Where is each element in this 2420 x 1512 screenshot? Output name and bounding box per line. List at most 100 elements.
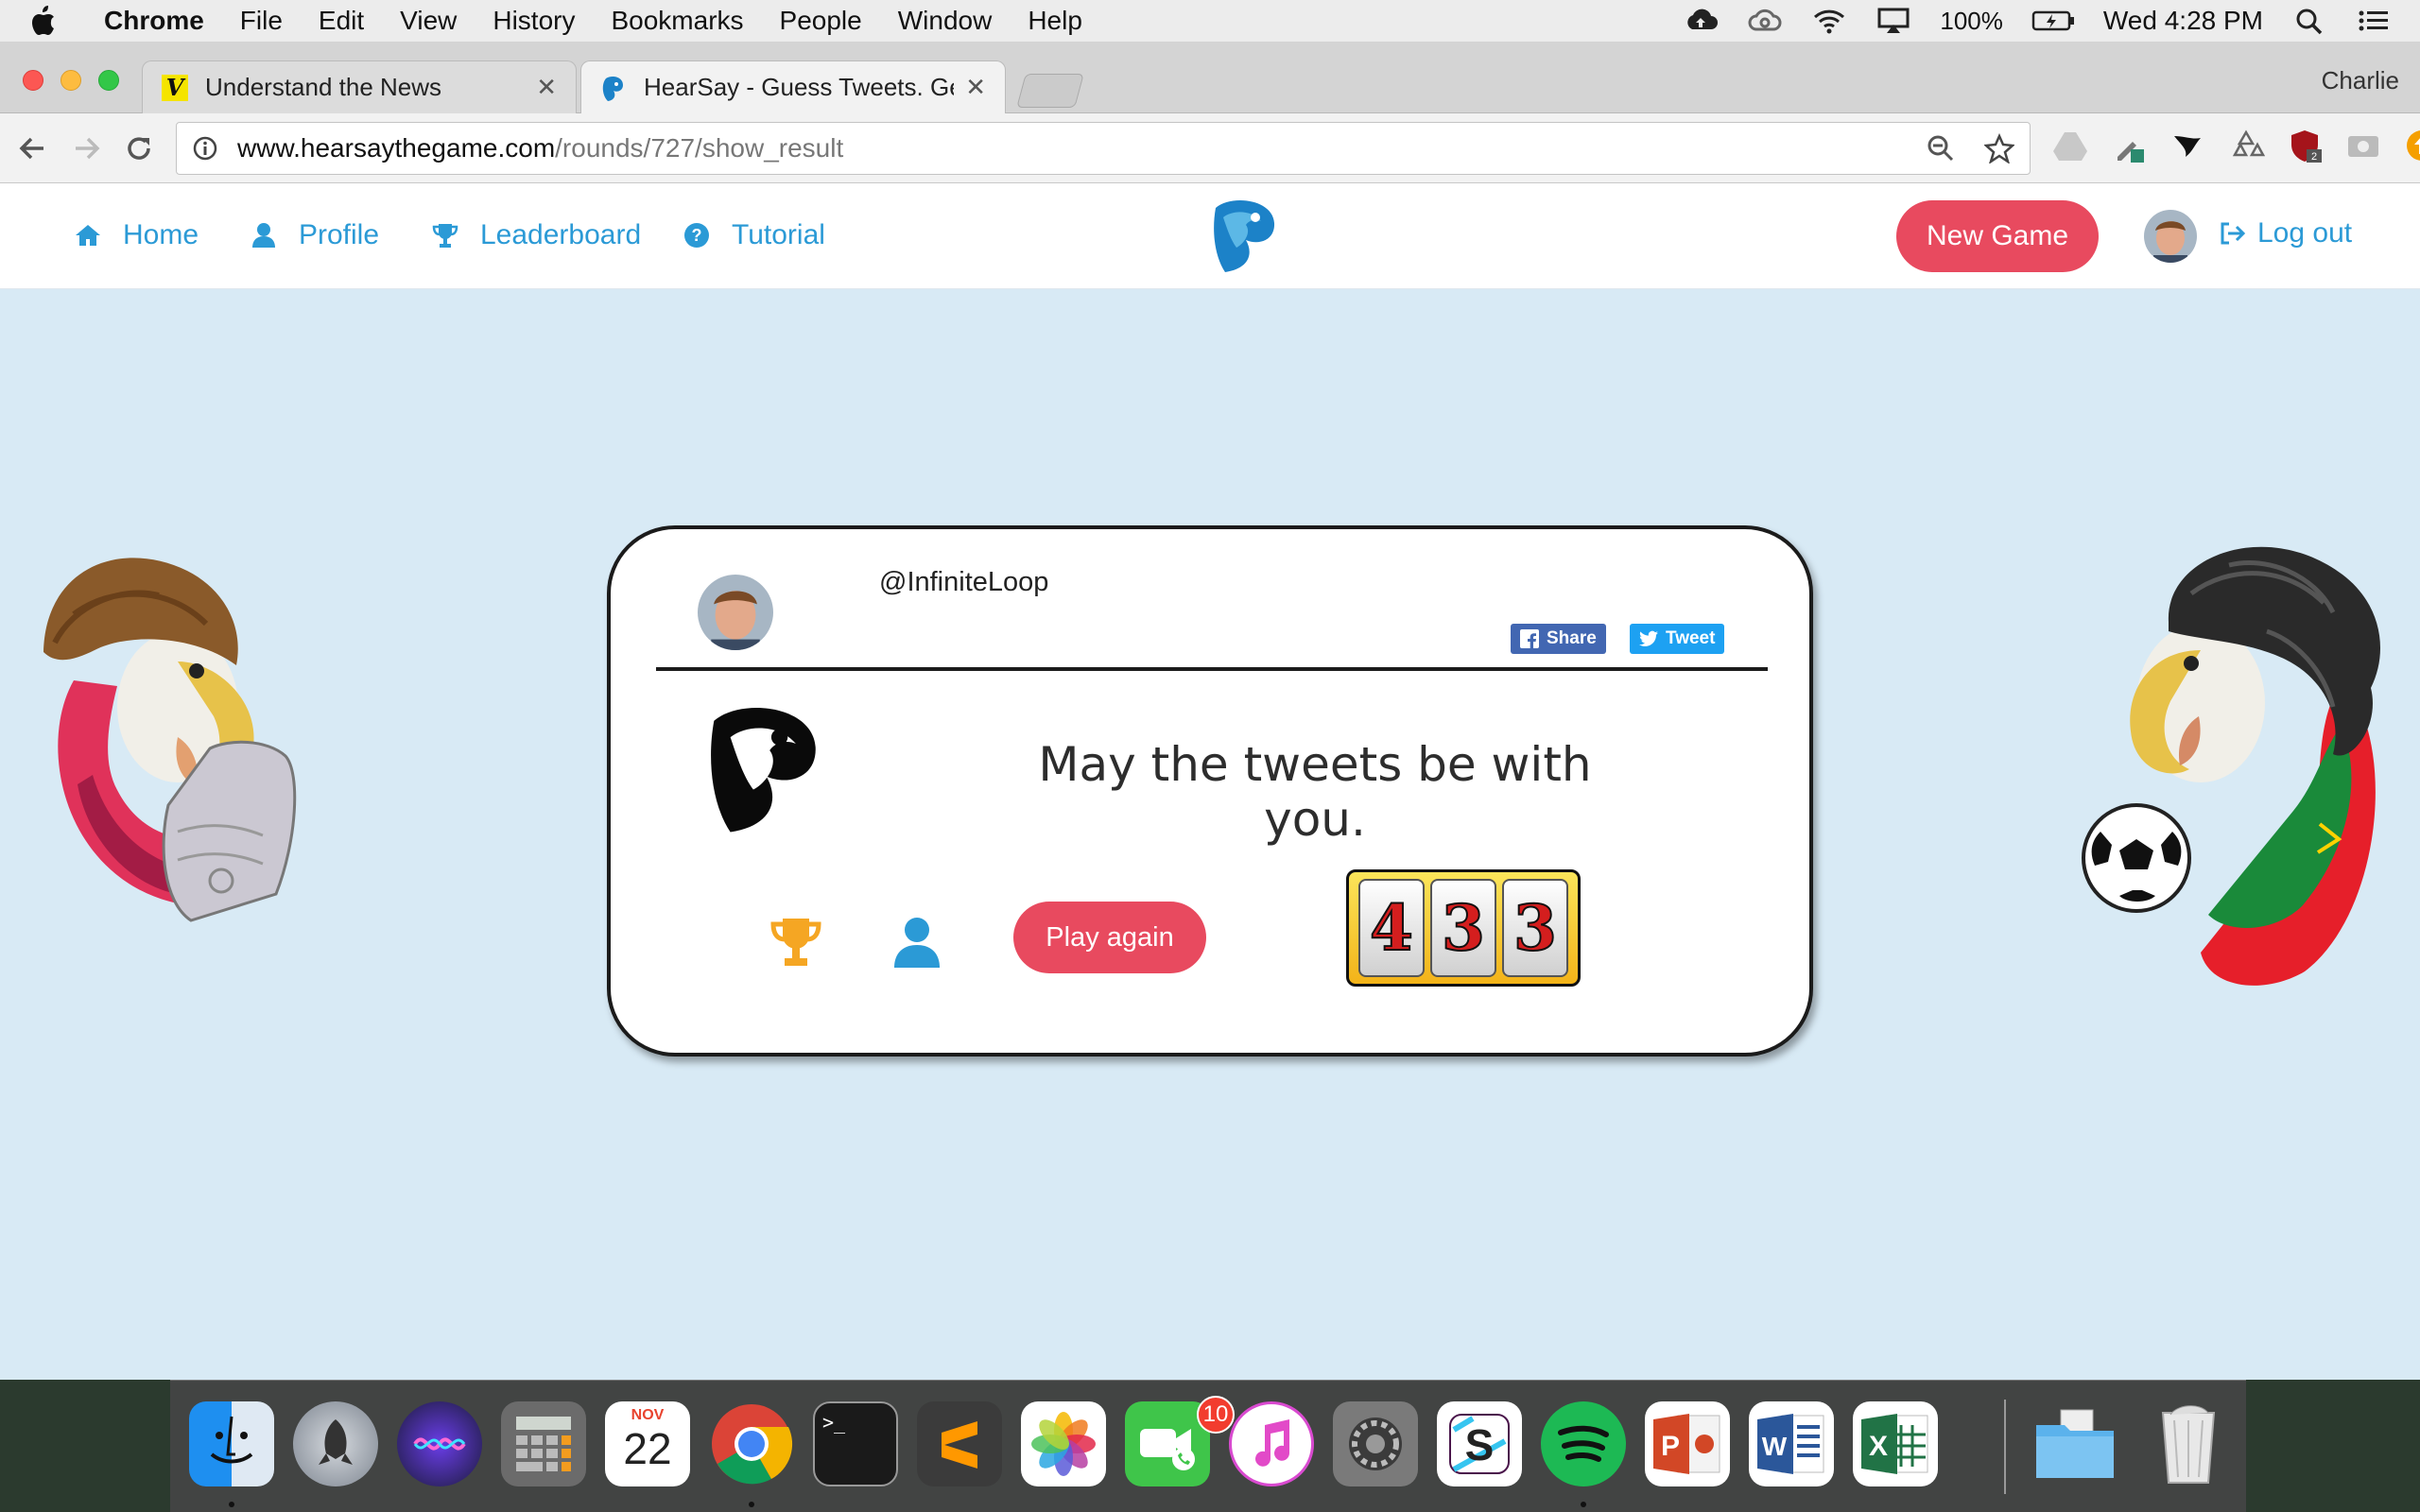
sublime-text-icon[interactable]	[917, 1401, 1002, 1486]
tab-understand-the-news[interactable]: V Understand the News ✕	[142, 60, 577, 113]
battery-percentage: 100%	[1940, 6, 2003, 35]
hearsay-logo[interactable]	[1210, 197, 1280, 274]
macos-menu-bar: Chrome File Edit View History Bookmarks …	[0, 0, 2420, 42]
close-window-button[interactable]	[23, 70, 43, 91]
score-digit: 3	[1502, 879, 1568, 977]
eyedropper-extension-icon[interactable]	[2110, 127, 2148, 164]
new-game-button[interactable]: New Game	[1896, 200, 2099, 272]
menu-window[interactable]: Window	[898, 6, 993, 36]
reload-icon[interactable]	[119, 129, 159, 168]
svg-text:X: X	[1869, 1431, 1888, 1462]
calendar-month: NOV	[631, 1407, 665, 1423]
question-circle-icon: ?	[684, 223, 709, 248]
back-arrow-icon[interactable]	[13, 129, 53, 168]
calendar-icon[interactable]: NOV 22	[605, 1401, 690, 1486]
browser-tab-strip: V Understand the News ✕ HearSay - Guess …	[0, 42, 2420, 113]
tab-title: Understand the News	[205, 73, 442, 101]
nav-leaderboard-link[interactable]: Leaderboard	[431, 219, 641, 251]
menu-chrome[interactable]: Chrome	[104, 6, 204, 36]
nav-profile-link[interactable]: Profile	[250, 219, 379, 251]
chrome-icon[interactable]	[709, 1401, 794, 1486]
desktop-background: NOV 22 >_ 10 S P W X	[0, 1380, 2420, 1512]
itunes-icon[interactable]	[1229, 1401, 1314, 1486]
trophy-icon[interactable]	[768, 913, 824, 970]
system-preferences-icon[interactable]	[1333, 1401, 1418, 1486]
facetime-notification-badge: 10	[1197, 1396, 1235, 1434]
word-icon[interactable]: W	[1749, 1401, 1834, 1486]
score-slot-meter: 4 3 3	[1346, 869, 1581, 987]
menu-view[interactable]: View	[400, 6, 457, 36]
siri-icon[interactable]	[397, 1401, 482, 1486]
nav-home-label: Home	[123, 219, 199, 250]
cloud-upload-icon[interactable]	[1683, 7, 1719, 35]
notification-center-icon[interactable]	[2356, 7, 2392, 35]
menu-edit[interactable]: Edit	[319, 6, 364, 36]
recycle-icon[interactable]	[2227, 127, 2265, 164]
screenshot-extension-icon[interactable]	[2344, 127, 2382, 164]
close-tab-icon[interactable]: ✕	[965, 73, 986, 102]
menu-file[interactable]: File	[240, 6, 283, 36]
tweet-author-avatar[interactable]	[698, 575, 773, 650]
result-message: May the tweets be with you.	[1038, 737, 1592, 847]
photos-icon[interactable]	[1021, 1401, 1106, 1486]
minimize-window-button[interactable]	[60, 70, 81, 91]
facebook-icon	[1520, 629, 1539, 648]
new-tab-button[interactable]	[1016, 74, 1084, 108]
finder-running-indicator	[229, 1502, 234, 1507]
facebook-share-button[interactable]: Share	[1511, 624, 1606, 654]
logout-label: Log out	[2257, 217, 2353, 249]
address-bar[interactable]: www.hearsaythegame.com/rounds/727/show_r…	[176, 122, 2031, 175]
twitter-tweet-button[interactable]: Tweet	[1630, 624, 1725, 654]
menubar-clock[interactable]: Wed 4:28 PM	[2103, 6, 2263, 36]
powerpoint-icon[interactable]: P	[1645, 1401, 1730, 1486]
user-icon[interactable]	[889, 913, 945, 970]
creative-cloud-icon[interactable]	[1747, 7, 1783, 35]
update-available-icon[interactable]	[2403, 127, 2420, 164]
menu-bookmarks[interactable]: Bookmarks	[611, 6, 743, 36]
calculator-icon[interactable]	[501, 1401, 586, 1486]
site-info-icon[interactable]	[192, 135, 218, 162]
trash-icon[interactable]	[2146, 1401, 2231, 1486]
google-drive-icon[interactable]	[2051, 127, 2089, 164]
spotify-icon[interactable]	[1541, 1401, 1626, 1486]
downloads-folder-icon[interactable]	[2032, 1401, 2118, 1486]
terminal-icon[interactable]: >_	[813, 1401, 898, 1486]
spotlight-search-icon[interactable]	[2291, 7, 2327, 35]
nav-home-link[interactable]: Home	[74, 219, 199, 251]
wifi-icon[interactable]	[1811, 7, 1847, 35]
web-page: Home Profile Leaderboard ? Tutorial New …	[0, 183, 2420, 1380]
tab-title: HearSay - Guess Tweets. Get F	[644, 73, 954, 101]
hearsay-logo-black	[711, 708, 816, 833]
facebook-share-label: Share	[1547, 628, 1597, 648]
play-again-button[interactable]: Play again	[1013, 902, 1206, 973]
launchpad-icon[interactable]	[293, 1401, 378, 1486]
apple-menu-icon[interactable]	[28, 5, 57, 37]
tab-hearsay[interactable]: HearSay - Guess Tweets. Get F ✕	[580, 60, 1006, 113]
slack-icon[interactable]: S	[1437, 1401, 1522, 1486]
card-divider	[656, 667, 1768, 671]
airplay-icon[interactable]	[1876, 7, 1911, 35]
nav-tutorial-link[interactable]: ? Tutorial	[683, 219, 825, 251]
macos-dock: NOV 22 >_ 10 S P W X	[170, 1380, 2246, 1512]
user-avatar[interactable]	[2144, 210, 2197, 263]
menu-help[interactable]: Help	[1028, 6, 1082, 36]
finder-icon[interactable]	[189, 1401, 274, 1486]
dock-separator	[2004, 1400, 2006, 1494]
battery-icon[interactable]	[2031, 7, 2075, 35]
spotify-running-indicator	[1581, 1502, 1586, 1507]
bird-extension-icon[interactable]	[2169, 127, 2206, 164]
nav-leaderboard-label: Leaderboard	[480, 219, 642, 250]
menu-history[interactable]: History	[493, 6, 575, 36]
logout-link[interactable]: Log out	[2218, 217, 2352, 249]
zoom-icon[interactable]	[1926, 133, 1956, 163]
chrome-profile-name[interactable]: Charlie	[2322, 66, 2399, 95]
extensions-area: 2	[2051, 127, 2420, 164]
ublock-shield-icon[interactable]: 2	[2286, 127, 2324, 164]
forward-arrow-icon[interactable]	[66, 129, 106, 168]
bookmark-star-icon[interactable]	[1984, 133, 2014, 163]
home-icon	[76, 225, 100, 246]
excel-icon[interactable]: X	[1853, 1401, 1938, 1486]
close-tab-icon[interactable]: ✕	[536, 73, 557, 102]
maximize-window-button[interactable]	[98, 70, 119, 91]
menu-people[interactable]: People	[780, 6, 862, 36]
